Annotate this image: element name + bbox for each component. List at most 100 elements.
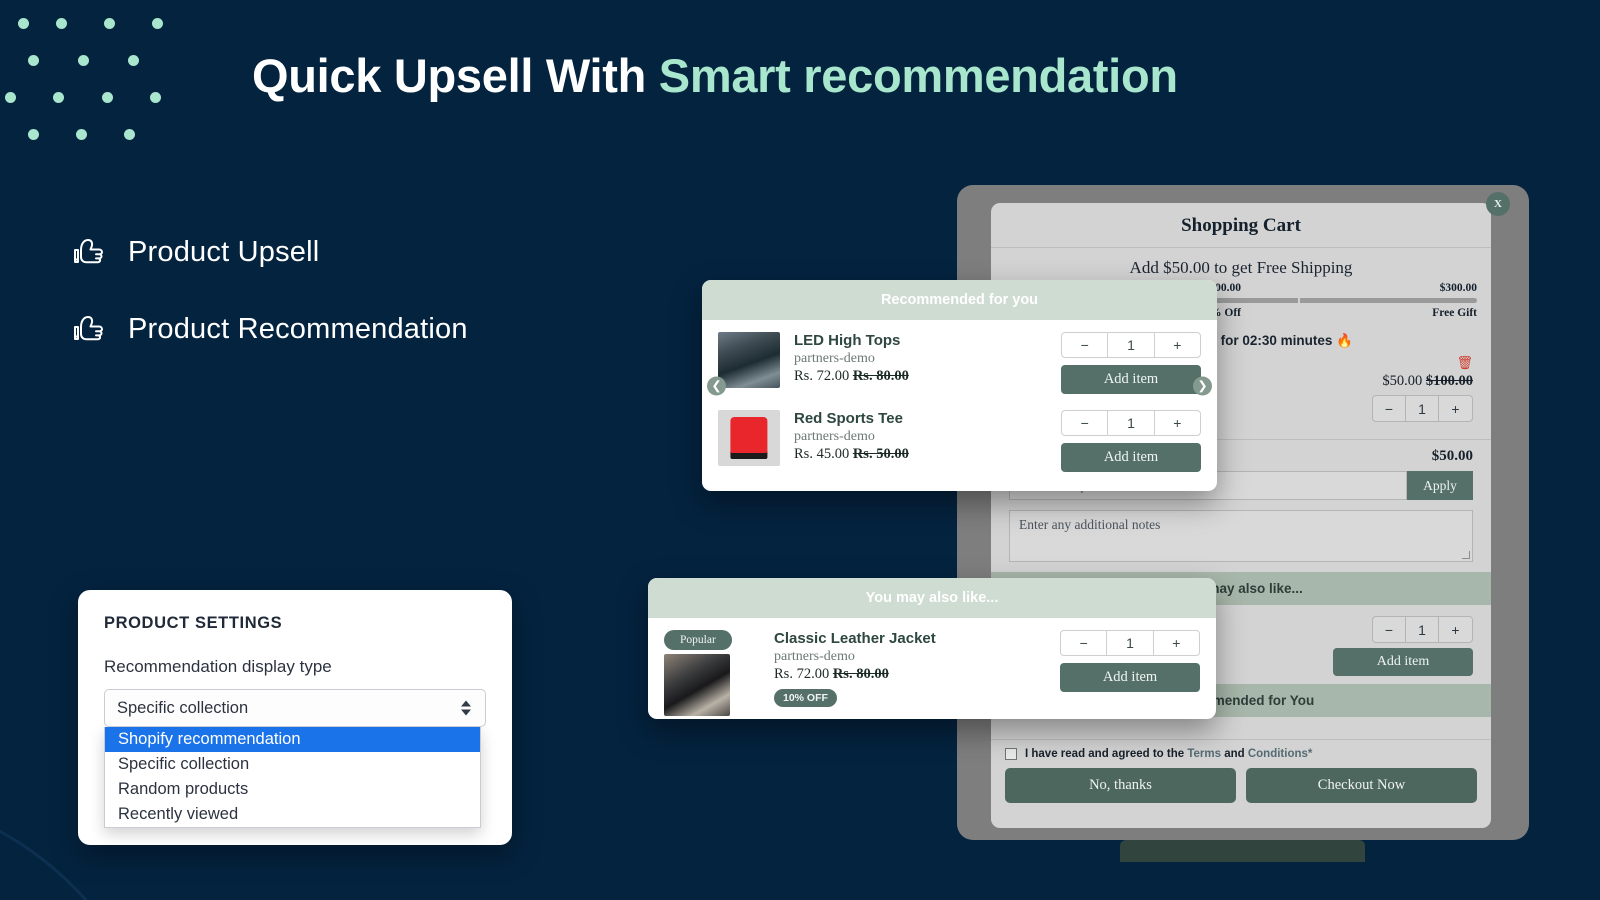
recommended-for-you-popup: Recommended for you LED High Tops partne… [702, 280, 1217, 491]
free-shipping-message: Add $50.00 to get Free Shipping [1129, 258, 1353, 277]
cart-title: Shopping Cart [991, 203, 1491, 248]
remove-item-button[interactable]: 🗑 [1313, 355, 1473, 371]
headline-accent: Smart recommendation [658, 49, 1178, 102]
product-settings-card: PRODUCT SETTINGS Recommendation display … [78, 590, 512, 845]
recommendation-display-type-label: Recommendation display type [104, 657, 332, 676]
red-sports-tee-thumbnail [718, 410, 780, 466]
feature-label: Product Recommendation [128, 313, 468, 345]
compare-price: Rs. 80.00 [852, 368, 909, 384]
product-name: LED High Tops [794, 332, 901, 349]
add-item-button[interactable]: Add item [1060, 663, 1200, 692]
compare-price: Rs. 80.00 [832, 666, 889, 682]
pointing-hand-icon [74, 238, 103, 263]
popup-product-row: Popular Classic Leather Jacket partners-… [648, 618, 1216, 719]
notes-row: Enter any additional notes [991, 510, 1491, 572]
qty-increment-button[interactable]: + [1439, 617, 1472, 642]
terms-prefix: I have read and agreed to the [1025, 748, 1188, 760]
qty-decrement-button[interactable]: − [1062, 333, 1109, 357]
add-item-button[interactable]: Add item [1061, 443, 1201, 472]
price-value: Rs. 72.00 [794, 368, 850, 384]
qty-increment-button[interactable]: + [1154, 631, 1199, 655]
dropdown-option-shopify-recommendation[interactable]: Shopify recommendation [105, 727, 480, 752]
no-thanks-button[interactable]: No, thanks [1005, 768, 1236, 803]
you-may-also-like-popup: You may also like... Popular Classic Lea… [648, 578, 1216, 719]
price-value: Rs. 45.00 [794, 446, 850, 462]
pointing-hand-icon [74, 315, 103, 340]
add-item-button[interactable]: Add item [1061, 365, 1201, 394]
qty-value[interactable]: 1 [1108, 411, 1155, 435]
qty-increment-button[interactable]: + [1155, 333, 1200, 357]
popup-heading: You may also like... [648, 578, 1216, 618]
product-name: Red Sports Tee [794, 410, 903, 427]
popular-badge: Popular [664, 630, 732, 650]
order-notes-textarea[interactable]: Enter any additional notes [1009, 510, 1473, 562]
decorative-dot-grid [0, 0, 220, 170]
product-vendor: partners-demo [794, 351, 875, 366]
quantity-stepper[interactable]: − 1 + [1061, 410, 1201, 436]
cart-bottom-strip [1120, 840, 1365, 862]
qty-decrement-button[interactable]: − [1061, 631, 1108, 655]
cart-item-price: $50.00 $100.00 [1313, 373, 1473, 390]
quantity-stepper[interactable]: − 1 + [1061, 332, 1201, 358]
cart-item-price-value: $50.00 [1382, 373, 1423, 389]
terms-checkbox[interactable] [1005, 748, 1017, 760]
qty-value[interactable]: 1 [1108, 333, 1155, 357]
chevron-updown-icon [461, 700, 471, 716]
qty-increment-button[interactable]: + [1439, 396, 1472, 421]
select-value: Specific collection [117, 698, 249, 717]
popup-heading: Recommended for you [702, 280, 1217, 320]
total-value: $50.00 [1431, 448, 1473, 464]
milestone-amount-2: $300.00 [1439, 282, 1477, 294]
feature-product-upsell: Product Upsell [72, 236, 319, 269]
page-title: Quick Upsell With Smart recommendation [252, 48, 1178, 103]
qty-increment-button[interactable]: + [1155, 411, 1200, 435]
fire-icon: 🔥 [1336, 333, 1353, 348]
qty-value[interactable]: 1 [1107, 631, 1154, 655]
classic-leather-jacket-thumbnail [664, 654, 730, 716]
cart-item-quantity-stepper[interactable]: − 1 + [1372, 395, 1473, 422]
dropdown-option-specific-collection[interactable]: Specific collection [105, 752, 480, 777]
discount-badge: 10% OFF [774, 689, 837, 707]
settings-title: PRODUCT SETTINGS [104, 614, 283, 632]
apply-coupon-button[interactable]: Apply [1407, 471, 1473, 500]
section-quantity-stepper[interactable]: − 1 + [1372, 616, 1473, 643]
quantity-stepper[interactable]: − 1 + [1060, 630, 1200, 656]
popup-product-row: LED High Tops partners-demo Rs. 72.00 Rs… [702, 320, 1217, 398]
recommendation-display-type-dropdown[interactable]: Shopify recommendation Specific collecti… [104, 727, 481, 828]
product-vendor: partners-demo [774, 649, 855, 664]
compare-price: Rs. 50.00 [852, 446, 909, 462]
qty-value[interactable]: 1 [1406, 396, 1439, 421]
qty-decrement-button[interactable]: − [1373, 396, 1406, 421]
cart-item-compare-price: $100.00 [1425, 373, 1473, 389]
qty-value[interactable]: 1 [1406, 617, 1439, 642]
product-price: Rs. 45.00 Rs. 50.00 [794, 446, 1047, 463]
terms-mid: and [1221, 748, 1248, 760]
conditions-link[interactable]: Conditions* [1248, 748, 1313, 760]
recommendation-display-type-select[interactable]: Specific collection [104, 689, 486, 727]
add-item-button[interactable]: Add item [1333, 648, 1473, 676]
milestone-reward-2: Free Gift [1432, 307, 1477, 319]
dropdown-option-random-products[interactable]: Random products [105, 777, 480, 802]
headline-plain: Quick Upsell With [252, 49, 659, 102]
feature-product-recommendation: Product Recommendation [72, 313, 468, 346]
qty-decrement-button[interactable]: − [1062, 411, 1109, 435]
checkout-now-button[interactable]: Checkout Now [1246, 768, 1477, 803]
slide-canvas: Quick Upsell With Smart recommendation P… [0, 0, 1600, 900]
product-vendor: partners-demo [794, 429, 875, 444]
chevron-right-icon[interactable]: ❯ [1193, 376, 1212, 395]
close-cart-button[interactable]: X [1486, 192, 1510, 216]
product-price: Rs. 72.00 Rs. 80.00 [794, 368, 1047, 385]
feature-label: Product Upsell [128, 236, 320, 268]
terms-text: I have read and agreed to the Terms and … [1025, 748, 1312, 760]
popup-product-row: Red Sports Tee partners-demo Rs. 45.00 R… [702, 398, 1217, 476]
terms-link[interactable]: Terms [1187, 748, 1221, 760]
cart-actions: No, thanks Checkout Now [991, 764, 1491, 815]
product-name: Classic Leather Jacket [774, 630, 936, 647]
terms-row: I have read and agreed to the Terms and … [991, 739, 1491, 764]
led-high-tops-thumbnail [718, 332, 780, 388]
chevron-left-icon[interactable]: ❮ [707, 376, 726, 395]
product-price: Rs. 72.00 Rs. 80.00 [774, 666, 1046, 683]
qty-decrement-button[interactable]: − [1373, 617, 1406, 642]
dropdown-option-recently-viewed[interactable]: Recently viewed [105, 802, 480, 827]
price-value: Rs. 72.00 [774, 666, 830, 682]
